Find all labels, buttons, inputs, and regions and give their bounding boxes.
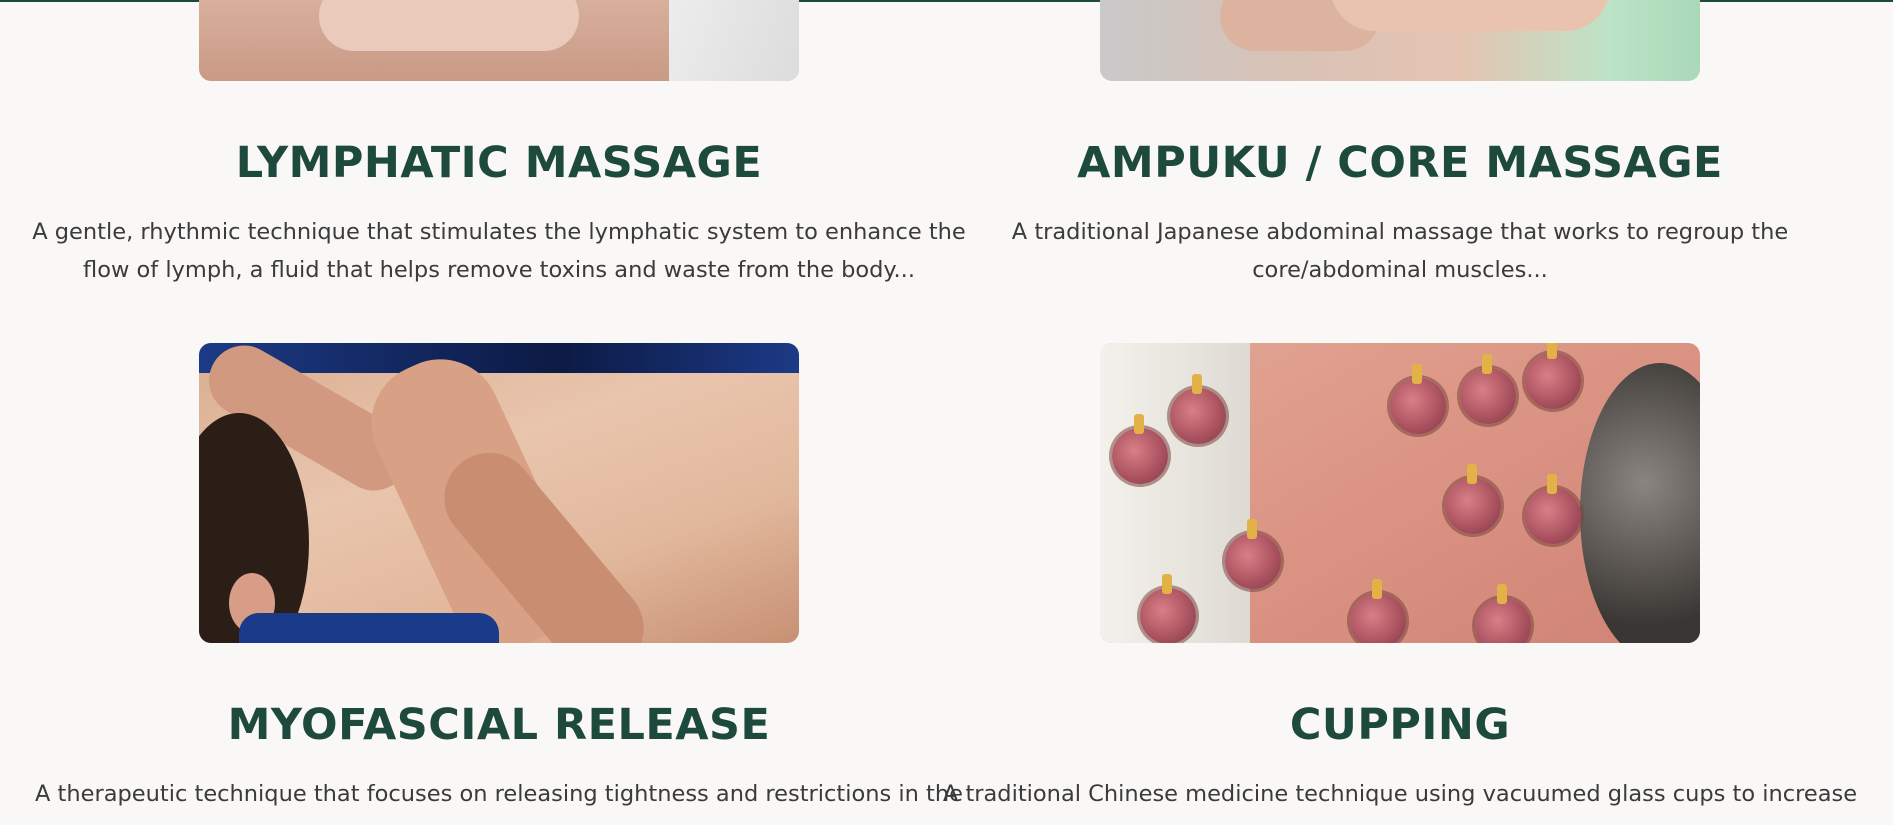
service-image[interactable] [199, 0, 799, 81]
service-card-cupping[interactable]: CUPPING A traditional Chinese medicine t… [930, 343, 1870, 813]
sheet-shape [669, 0, 799, 81]
service-description: A traditional Chinese medicine technique… [930, 775, 1870, 813]
service-image[interactable] [199, 343, 799, 643]
cup-shape [1140, 574, 1196, 643]
hair-shape [1580, 363, 1700, 643]
arm-shape [1330, 0, 1610, 31]
description-line: core/abdominal muscles... [1252, 257, 1548, 283]
service-title[interactable]: LYMPHATIC MASSAGE [29, 138, 969, 188]
services-grid: LYMPHATIC MASSAGE A gentle, rhythmic tec… [0, 0, 1893, 825]
cup-shape [1390, 364, 1446, 434]
cup-shape [1170, 374, 1226, 444]
description-line: A traditional Chinese medicine technique… [942, 781, 1858, 807]
description-line: A traditional Japanese abdominal massage… [1011, 219, 1789, 245]
description-line: A gentle, rhythmic technique that stimul… [32, 219, 966, 245]
service-description: A gentle, rhythmic technique that stimul… [29, 213, 969, 289]
hand-shape [319, 0, 579, 51]
service-image[interactable] [1100, 343, 1700, 643]
service-title[interactable]: CUPPING [930, 700, 1870, 750]
description-line: flow of lymph, a fluid that helps remove… [83, 257, 915, 283]
cup-shape [1525, 474, 1581, 544]
service-image[interactable] [1100, 0, 1700, 81]
service-description: A therapeutic technique that focuses on … [29, 775, 969, 813]
service-card-ampuku[interactable]: AMPUKU / CORE MASSAGE A traditional Japa… [930, 0, 1870, 289]
cup-shape [1350, 579, 1406, 643]
cup-shape [1475, 584, 1531, 643]
service-card-lymphatic[interactable]: LYMPHATIC MASSAGE A gentle, rhythmic tec… [29, 0, 969, 289]
cup-shape [1525, 343, 1581, 409]
towel-shape [239, 613, 499, 643]
service-description: A traditional Japanese abdominal massage… [930, 213, 1870, 289]
cup-shape [1225, 519, 1281, 589]
description-line: A therapeutic technique that focuses on … [35, 781, 963, 807]
service-card-myofascial[interactable]: MYOFASCIAL RELEASE A therapeutic techniq… [29, 343, 969, 813]
cup-shape [1445, 464, 1501, 534]
service-title[interactable]: MYOFASCIAL RELEASE [29, 700, 969, 750]
cup-shape [1460, 354, 1516, 424]
cup-shape [1112, 414, 1168, 484]
service-title[interactable]: AMPUKU / CORE MASSAGE [930, 138, 1870, 188]
